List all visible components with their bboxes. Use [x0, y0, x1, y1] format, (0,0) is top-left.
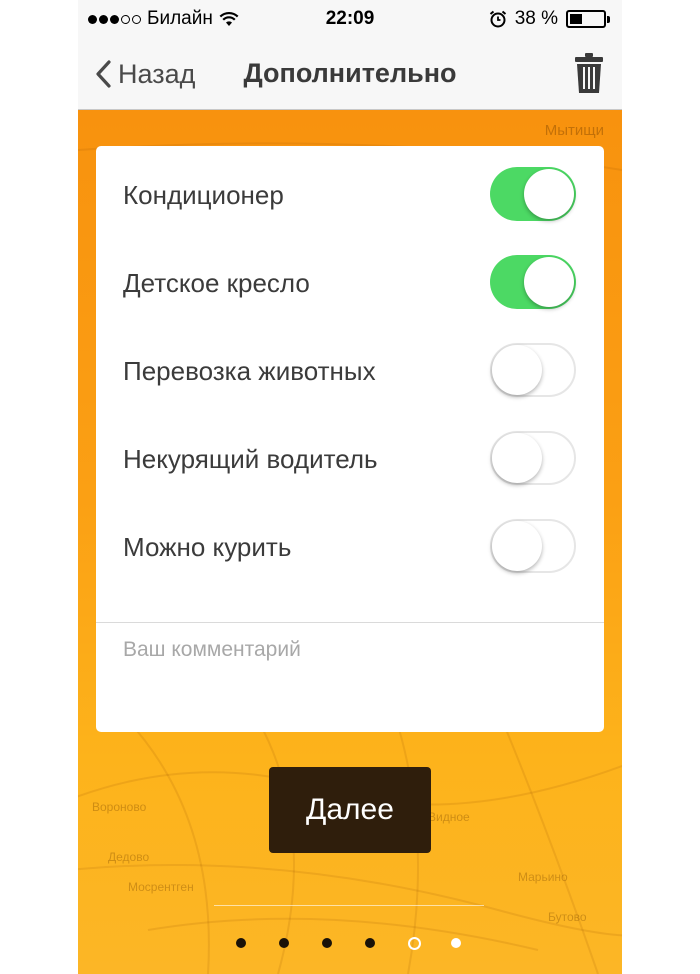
option-label: Детское кресло — [123, 268, 310, 298]
status-right: 38 % — [489, 8, 610, 30]
map-label: Дедово — [108, 850, 150, 864]
phone-screen: Билайн 22:09 38 % Назад Дополнительно Мы… — [78, 0, 622, 974]
toggle-knob — [492, 345, 542, 395]
map-background: Мытищи Мосрентген Вороново Марьино Бутов… — [78, 110, 622, 974]
smoking-allowed-toggle[interactable] — [490, 519, 576, 573]
child-seat-toggle[interactable] — [490, 255, 576, 309]
trash-icon — [575, 53, 603, 93]
map-city-label: Мытищи — [544, 122, 604, 139]
battery-icon — [566, 10, 610, 28]
toggle-knob — [524, 169, 574, 219]
page-dot — [365, 938, 375, 948]
page-title: Дополнительно — [243, 58, 457, 88]
option-row: Некурящий водитель — [96, 414, 604, 502]
map-label: Бутово — [548, 910, 587, 924]
options-card: Кондиционер Детское кресло Перевозка жив… — [96, 146, 604, 732]
page-dot-current — [408, 937, 421, 950]
option-label: Можно курить — [123, 532, 292, 562]
next-button[interactable]: Далее — [269, 767, 431, 853]
toggle-knob — [492, 433, 542, 483]
alarm-icon — [489, 10, 506, 28]
toggle-knob — [492, 521, 542, 571]
map-label: Видное — [428, 810, 470, 824]
page-dot — [279, 938, 289, 948]
toggle-knob — [524, 257, 574, 307]
navigation-bar: Назад Дополнительно — [78, 38, 622, 110]
map-label: Марьино — [518, 870, 568, 884]
option-row: Можно курить — [96, 502, 604, 590]
pet-transport-toggle[interactable] — [490, 343, 576, 397]
map-label: Вороново — [92, 800, 147, 814]
map-label: Мосрентген — [128, 880, 194, 894]
page-indicator — [78, 936, 622, 952]
option-row: Кондиционер — [96, 150, 604, 238]
option-row: Детское кресло — [96, 238, 604, 326]
option-row: Перевозка животных — [96, 326, 604, 414]
page-dot — [322, 938, 332, 948]
air-conditioner-toggle[interactable] — [490, 167, 576, 221]
option-label: Кондиционер — [123, 180, 284, 210]
option-label: Перевозка животных — [123, 356, 376, 386]
page-dot — [451, 938, 461, 948]
status-bar: Билайн 22:09 38 % — [78, 0, 622, 38]
divider — [96, 622, 604, 623]
option-label: Некурящий водитель — [123, 444, 378, 474]
page-dot — [236, 938, 246, 948]
non-smoking-driver-toggle[interactable] — [490, 431, 576, 485]
divider — [214, 905, 484, 906]
battery-percent: 38 % — [514, 8, 558, 29]
comment-field[interactable] — [123, 638, 583, 718]
delete-button[interactable] — [574, 52, 604, 99]
